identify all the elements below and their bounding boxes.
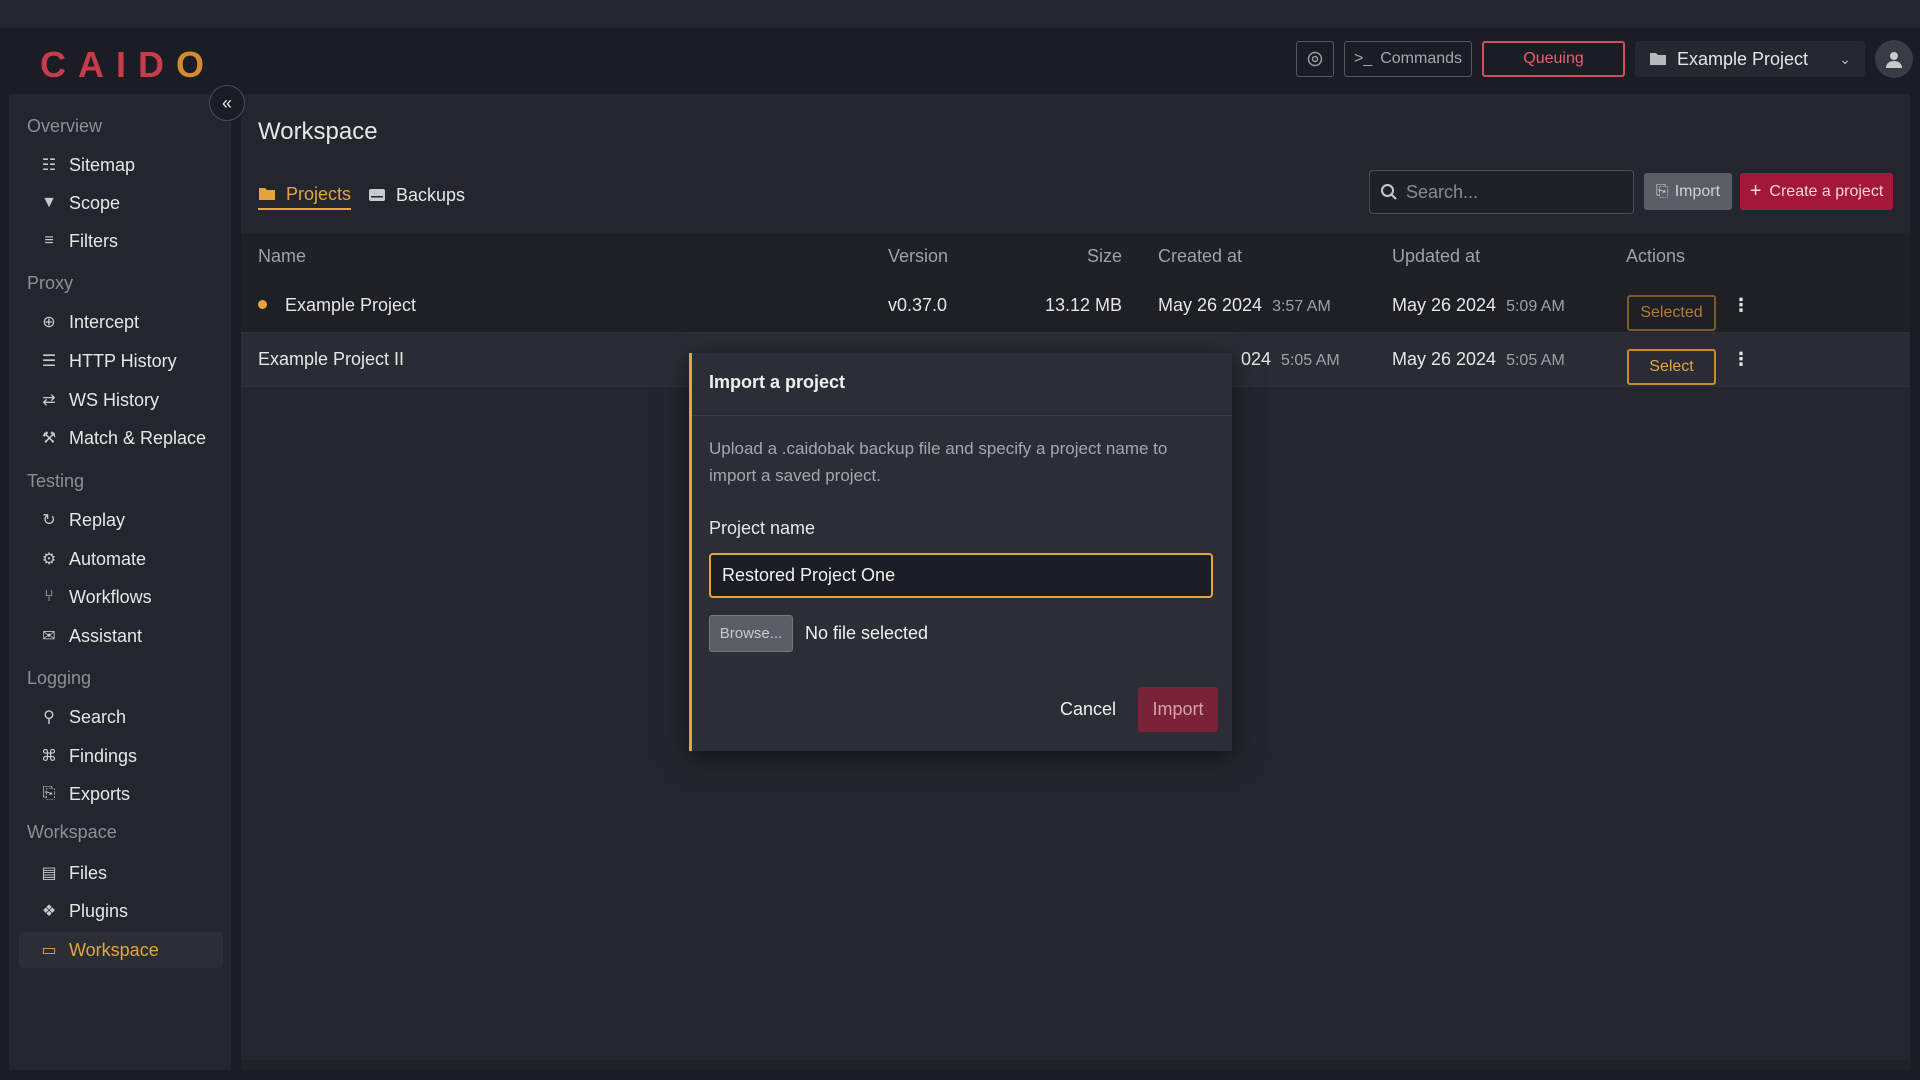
- sidebar-section-workspace: Workspace: [27, 822, 117, 842]
- browse-button[interactable]: Browse...: [709, 615, 793, 652]
- swap-arrows-icon: ⇄: [42, 392, 56, 409]
- double-chevron-left-icon: «: [221, 92, 232, 113]
- file-export-icon: ⎘: [42, 785, 56, 802]
- tab-projects[interactable]: Projects: [258, 180, 352, 210]
- sidebar-section-testing: Testing: [27, 471, 85, 491]
- sidebar-item-intercept[interactable]: ⊕ Intercept: [19, 304, 223, 340]
- sidebar-item-ws-history[interactable]: ⇄ WS History: [19, 382, 223, 418]
- folder-icon: [259, 188, 275, 200]
- sidebar-item-plugins[interactable]: ❖ Plugins: [19, 893, 223, 929]
- column-name[interactable]: Name: [258, 246, 306, 267]
- puzzle-icon: ❖: [41, 903, 57, 920]
- sidebar-item-filters[interactable]: ≡ Filters: [19, 223, 223, 259]
- row-updated: May 26 2024 5:09 AM: [1392, 295, 1565, 315]
- sidebar-item-workflows[interactable]: ⑂ Workflows: [19, 579, 223, 615]
- column-size[interactable]: Size: [1087, 246, 1122, 267]
- sidebar-item-http-history[interactable]: ☰ HTTP History: [19, 343, 223, 379]
- refresh-icon: ↻: [42, 512, 56, 529]
- user-icon: [1886, 52, 1902, 68]
- sidebar-section-overview: Overview: [27, 116, 103, 136]
- import-project-dialog: Import a project Upload a .caidobak back…: [689, 353, 1232, 751]
- file-import-icon: ⎘: [1655, 182, 1669, 200]
- app-header: CAIDO >_ Commands Queuing Example Projec…: [0, 28, 1920, 94]
- file-icon: ▤: [41, 865, 57, 882]
- table-header: Name Version Size Created at Updated at …: [241, 233, 1910, 279]
- monitor-icon: ▭: [41, 942, 57, 959]
- column-created[interactable]: Created at: [1158, 246, 1242, 267]
- sidebar: Overview ☷ Sitemap ▼ Scope ≡ Filters Proxy …: [9, 94, 231, 1070]
- sidebar-item-assistant[interactable]: ✉ Assistant: [19, 618, 223, 654]
- sidebar-item-workspace[interactable]: ▭ Workspace: [19, 932, 223, 968]
- chrome-icon[interactable]: [1296, 41, 1334, 77]
- column-actions: Actions: [1626, 246, 1686, 266]
- row-version: v0.37.0: [888, 295, 948, 315]
- sliders-icon: ≡: [44, 232, 54, 249]
- column-updated[interactable]: Updated at: [1392, 246, 1480, 267]
- collapse-sidebar-button[interactable]: «: [209, 85, 245, 121]
- search-icon: [1381, 184, 1397, 200]
- row-updated: May 26 2024 5:05 AM: [1392, 349, 1565, 369]
- cancel-button[interactable]: Cancel: [1060, 699, 1116, 720]
- dialog-title: Import a project: [692, 353, 1232, 416]
- project-selector[interactable]: Example Project ⌄: [1635, 41, 1865, 77]
- more-vertical-icon[interactable]: ⋮: [1732, 295, 1750, 316]
- tab-backups[interactable]: Backups: [368, 180, 465, 210]
- sidebar-item-files[interactable]: ▤ Files: [19, 855, 223, 891]
- page-title: Workspace: [258, 118, 378, 145]
- workflow-icon: ⑂: [44, 588, 54, 605]
- wrench-icon: ⚒: [41, 430, 57, 447]
- sidebar-item-match-replace[interactable]: ⚒ Match & Replace: [19, 420, 223, 456]
- sitemap-icon: ☷: [41, 157, 57, 174]
- more-vertical-icon[interactable]: ⋮: [1732, 349, 1750, 370]
- caido-logo: CAIDO: [40, 44, 217, 85]
- project-search[interactable]: Search...: [1369, 170, 1634, 214]
- row-name: Example Project II: [258, 349, 405, 369]
- row-created: May 26 2024 3:57 AM: [1158, 295, 1331, 315]
- create-project-button[interactable]: + Create a project: [1740, 173, 1893, 210]
- search-icon: ⚲: [43, 709, 55, 726]
- table-row[interactable]: Example Project v0.37.0 13.12 MB May 26 …: [241, 279, 1910, 333]
- sidebar-section-logging: Logging: [27, 668, 92, 688]
- crosshair-icon: ⊕: [42, 314, 56, 331]
- project-name-input[interactable]: [709, 553, 1213, 598]
- sidebar-item-sitemap[interactable]: ☷ Sitemap: [19, 147, 223, 183]
- import-button[interactable]: Import: [1138, 687, 1218, 732]
- drive-icon: [369, 189, 385, 201]
- import-project-button[interactable]: ⎘ Import: [1644, 173, 1732, 210]
- plus-icon: +: [1749, 180, 1762, 202]
- bottom-bar: [241, 1060, 1910, 1070]
- row-size: 13.12 MB: [1045, 295, 1123, 315]
- sidebar-item-findings[interactable]: ⌘ Findings: [19, 738, 223, 774]
- top-strip: [0, 0, 1920, 28]
- sidebar-item-automate[interactable]: ⚙ Automate: [19, 541, 223, 577]
- cog-icon: ⚙: [41, 551, 57, 568]
- project-name-label: Project name: [709, 518, 816, 538]
- list-icon: ☰: [41, 353, 57, 370]
- queuing-button[interactable]: Queuing: [1482, 41, 1625, 77]
- sidebar-item-replay[interactable]: ↻ Replay: [19, 502, 223, 538]
- sidebar-item-exports[interactable]: ⎘ Exports: [19, 776, 223, 812]
- terminal-icon: >_: [1353, 50, 1373, 67]
- chevron-down-icon: ⌄: [1839, 50, 1851, 67]
- bug-icon: ⌘: [41, 748, 57, 765]
- sidebar-item-search[interactable]: ⚲ Search: [19, 699, 223, 735]
- dialog-description: Upload a .caidobak backup file and speci…: [709, 439, 1168, 485]
- file-status: No file selected: [805, 623, 929, 643]
- folder-icon: [1650, 53, 1666, 65]
- commands-button[interactable]: >_ Commands: [1344, 41, 1472, 77]
- active-dot-icon: [258, 299, 267, 309]
- select-button[interactable]: Select: [1627, 349, 1716, 385]
- sidebar-item-scope[interactable]: ▼ Scope: [19, 185, 223, 221]
- row-created: 024 5:05 AM: [1241, 349, 1340, 369]
- selected-button[interactable]: Selected: [1627, 295, 1716, 331]
- avatar[interactable]: [1875, 40, 1913, 78]
- sidebar-section-proxy: Proxy: [27, 273, 74, 293]
- column-version[interactable]: Version: [888, 246, 948, 267]
- funnel-icon: ▼: [41, 194, 57, 211]
- row-name: Example Project: [258, 295, 416, 316]
- chat-bubbles-icon: ✉: [42, 628, 56, 645]
